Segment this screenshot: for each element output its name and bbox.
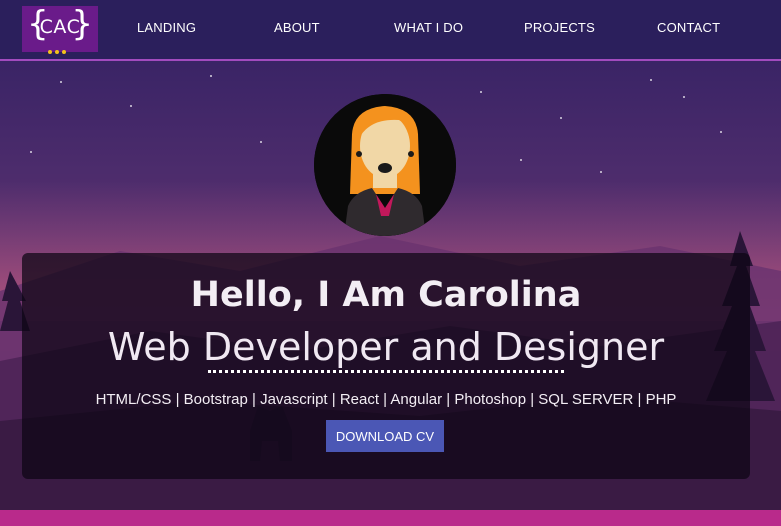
navbar: { CAC } LANDING ABOUT WHAT I DO PROJECTS… bbox=[0, 0, 781, 61]
avatar-illustration bbox=[314, 94, 456, 236]
nav-link-landing[interactable]: LANDING bbox=[137, 20, 196, 35]
logo-brace-right: } bbox=[71, 4, 93, 44]
logo-dots bbox=[48, 39, 72, 54]
download-cv-button[interactable]: DOWNLOAD CV bbox=[326, 420, 444, 452]
hero-subtitle: Web Developer and Designer bbox=[107, 325, 665, 369]
bottom-accent-bar bbox=[0, 510, 781, 526]
hero-card: Hello, I Am Carolina Web Developer and D… bbox=[22, 253, 750, 479]
skills-list: HTML/CSS | Bootstrap | Javascript | Reac… bbox=[95, 391, 677, 408]
nav-link-projects[interactable]: PROJECTS bbox=[524, 20, 595, 35]
subtitle-underline bbox=[208, 370, 564, 373]
nav-link-about[interactable]: ABOUT bbox=[274, 20, 320, 35]
nav-link-what-i-do[interactable]: WHAT I DO bbox=[394, 20, 463, 35]
avatar bbox=[314, 94, 456, 236]
hero-title: Hello, I Am Carolina bbox=[190, 275, 582, 315]
nav-link-contact[interactable]: CONTACT bbox=[657, 20, 720, 35]
logo[interactable]: { CAC } bbox=[22, 4, 98, 54]
